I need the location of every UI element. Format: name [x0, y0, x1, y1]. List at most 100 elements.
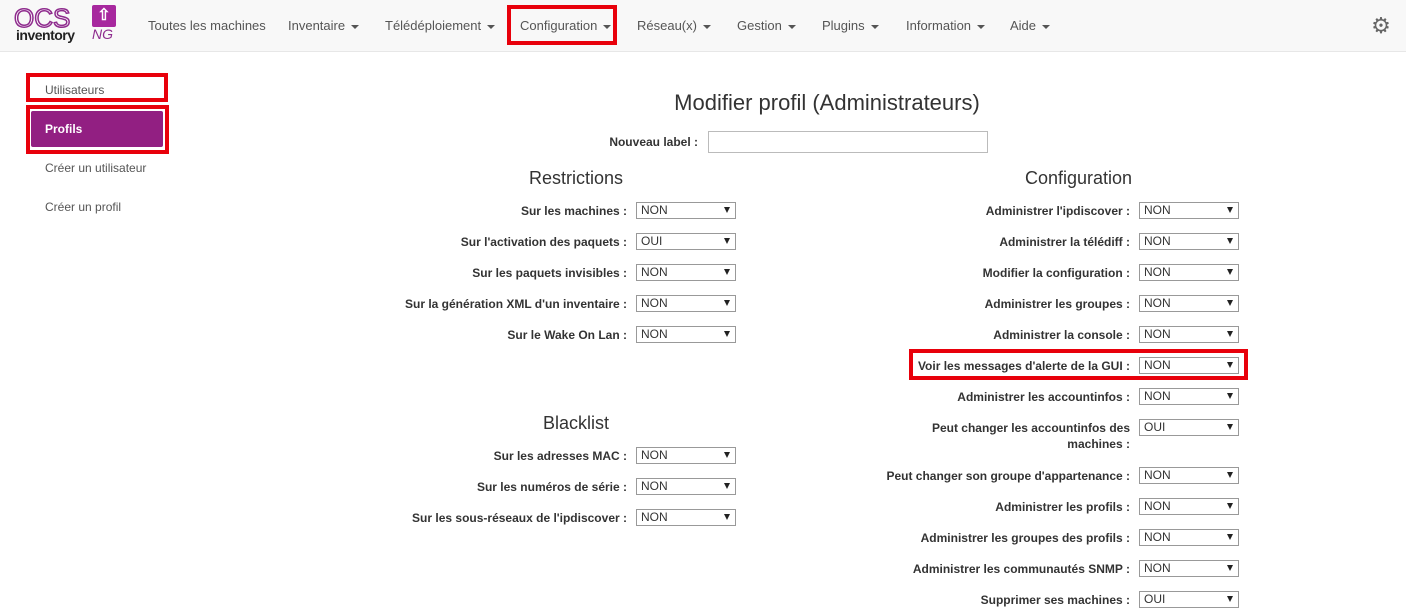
sidebar-item-creer-profil[interactable]: Créer un profil [31, 189, 163, 225]
logo-ng-text: NG [92, 26, 113, 42]
option-label-text: Sur les adresses MAC : [493, 449, 627, 463]
option-label-text: Administrer les profils : [995, 500, 1130, 514]
option-select[interactable]: OUI [1139, 419, 1239, 436]
option-label: Sur les sous-réseaux de l'ipdiscover : [412, 511, 627, 525]
option-label: Sur les numéros de série : [477, 480, 627, 494]
option-select[interactable]: NON [636, 447, 736, 464]
nav-toutes-les-machines[interactable]: Toutes les machines [148, 0, 266, 51]
restrictions-title: Restrictions [529, 168, 624, 188]
up-arrow-icon: ⇧ [92, 5, 116, 27]
option-select[interactable]: NON [1139, 233, 1239, 250]
option-select[interactable]: OUI [1139, 591, 1239, 608]
sidebar-item-label: Créer un utilisateur [45, 161, 147, 175]
option-select-value: NON [1144, 327, 1171, 341]
nav-gestion[interactable]: Gestion [737, 0, 796, 51]
option-label-text: Sur les sous-réseaux de l'ipdiscover : [412, 511, 627, 525]
option-select[interactable]: NON [636, 478, 736, 495]
caret-down-icon [787, 24, 796, 29]
dropdown-arrow-icon [724, 452, 730, 458]
option-label: Sur l'activation des paquets : [461, 235, 627, 249]
dropdown-arrow-icon [1227, 472, 1233, 478]
option-select-value: NON [1144, 468, 1171, 482]
option-label-text: Sur l'activation des paquets : [460, 235, 627, 249]
option-select-value: OUI [1144, 592, 1166, 606]
sidebar-item-label: Créer un profil [45, 200, 122, 214]
nav-label: Information [906, 18, 972, 33]
nav-plugins[interactable]: Plugins [822, 0, 879, 51]
option-select[interactable]: NON [1139, 295, 1239, 312]
highlight-box [26, 73, 168, 102]
option-select[interactable]: NON [636, 264, 736, 281]
highlight-box [26, 105, 169, 154]
option-select[interactable]: NON [1139, 498, 1239, 515]
option-label: Sur les paquets invisibles : [472, 266, 627, 280]
option-label-text: machines : [1067, 437, 1130, 451]
option-select[interactable]: NON [1139, 264, 1239, 281]
dropdown-arrow-icon [1227, 331, 1233, 337]
option-select[interactable]: NON [1139, 560, 1239, 577]
configuration-title: Configuration [1025, 168, 1133, 188]
option-label: Administrer les profils : [995, 500, 1130, 514]
option-label: Peut changer son groupe d'appartenance : [886, 469, 1130, 483]
nav-aide[interactable]: Aide [1010, 0, 1051, 51]
caret-down-icon [977, 24, 986, 29]
option-select-value: NON [641, 296, 668, 310]
option-label-text: Peut changer son groupe d'appartenance : [886, 469, 1130, 483]
nav-label: Gestion [737, 18, 782, 33]
option-label-text: Administrer les accountinfos : [957, 390, 1130, 404]
option-label-text: Administrer la console : [993, 328, 1130, 342]
nav-information[interactable]: Information [906, 0, 986, 51]
option-label: Administrer les communautés SNMP : [913, 562, 1130, 576]
dropdown-arrow-icon [724, 238, 730, 244]
option-select-value: NON [1144, 265, 1171, 279]
nav-teledeploiement[interactable]: Télédéploiement [385, 0, 496, 51]
option-select[interactable]: NON [636, 509, 736, 526]
new-label-label: Nouveau label : [609, 135, 698, 149]
option-select-value: NON [641, 265, 668, 279]
option-select-value: NON [1144, 499, 1171, 513]
option-select[interactable]: NON [1139, 388, 1239, 405]
option-select-value: NON [641, 203, 668, 217]
dropdown-arrow-icon [724, 300, 730, 306]
option-label: Peut changer les accountinfos des machine… [932, 421, 1130, 451]
nav-label: Toutes les machines [148, 18, 266, 33]
nav-reseaux[interactable]: Réseau(x) [637, 0, 711, 51]
caret-down-icon [870, 24, 879, 29]
dropdown-arrow-icon [724, 331, 730, 337]
caret-down-icon [487, 24, 496, 29]
option-select-value: NON [1144, 389, 1171, 403]
option-select[interactable]: NON [1139, 202, 1239, 219]
dropdown-arrow-icon [724, 207, 730, 213]
nav-inventaire[interactable]: Inventaire [288, 0, 360, 51]
page-title: Modifier profil (Administrateurs) [674, 90, 980, 115]
dropdown-arrow-icon [724, 269, 730, 275]
option-select[interactable]: NON [636, 295, 736, 312]
option-label-text: Sur le Wake On Lan : [507, 328, 627, 342]
sidebar-item-creer-utilisateur[interactable]: Créer un utilisateur [31, 150, 163, 186]
option-select[interactable]: NON [1139, 326, 1239, 343]
new-label-input[interactable] [708, 131, 988, 153]
blacklist-title: Blacklist [543, 413, 610, 433]
option-label-text: Sur les numéros de série : [476, 480, 627, 494]
dropdown-arrow-icon [1227, 269, 1233, 275]
highlight-box [507, 5, 617, 45]
highlight-box [909, 349, 1248, 380]
gear-icon[interactable]: ⚙ [1370, 15, 1392, 37]
option-select[interactable]: NON [636, 326, 736, 343]
option-select[interactable]: NON [636, 202, 736, 219]
option-select[interactable]: NON [1139, 467, 1239, 484]
option-select[interactable]: OUI [636, 233, 736, 250]
option-select[interactable]: NON [1139, 529, 1239, 546]
dropdown-arrow-icon [1227, 534, 1233, 540]
dropdown-arrow-icon [1227, 207, 1233, 213]
option-label-text: Administrer les communautés SNMP : [912, 562, 1130, 576]
option-label-text: Administrer la télédiff : [999, 235, 1130, 249]
option-label-text: Administrer les groupes : [984, 297, 1130, 311]
nav-label: Aide [1010, 18, 1037, 33]
top-navbar: OCS ⇧ inventory NG Toutes les machines I… [0, 0, 1406, 52]
ocs-logo[interactable]: OCS ⇧ inventory NG [13, 4, 120, 45]
dropdown-arrow-icon [1227, 596, 1233, 602]
option-label: Sur les machines : [521, 204, 627, 218]
option-select-value: NON [1144, 530, 1171, 544]
option-label: Sur la génération XML d'un inventaire : [405, 297, 627, 311]
